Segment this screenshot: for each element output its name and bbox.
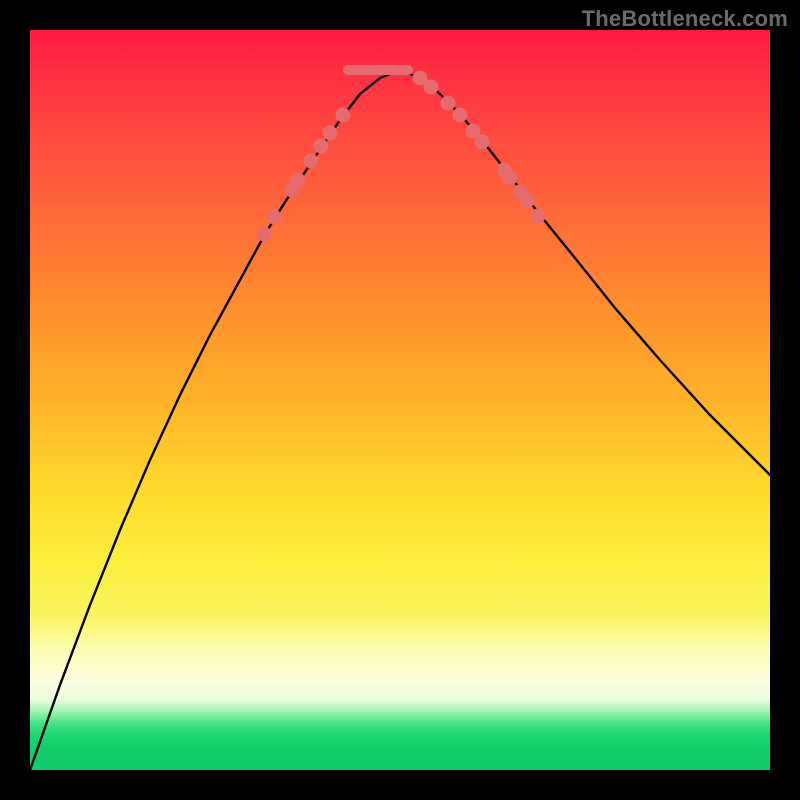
marker-dot [520,194,535,209]
bottleneck-curve [30,70,770,770]
marker-dot [531,209,546,224]
chart-frame: TheBottleneck.com [0,0,800,800]
marker-dot [336,108,351,123]
marker-dot [304,154,319,169]
marker-dot [475,135,490,150]
marker-dot [267,210,282,225]
curve-group [30,70,770,770]
marker-dot [314,139,329,154]
marker-dot [291,173,306,188]
plot-area [30,30,770,770]
marker-dot [503,171,518,186]
marker-dot [323,126,338,141]
marker-dot [441,96,456,111]
curve-svg [30,30,770,770]
watermark-text: TheBottleneck.com [582,6,788,32]
marker-dot [453,108,468,123]
marker-dot [257,227,272,242]
marker-dots-right [413,71,546,224]
marker-dot [424,80,439,95]
